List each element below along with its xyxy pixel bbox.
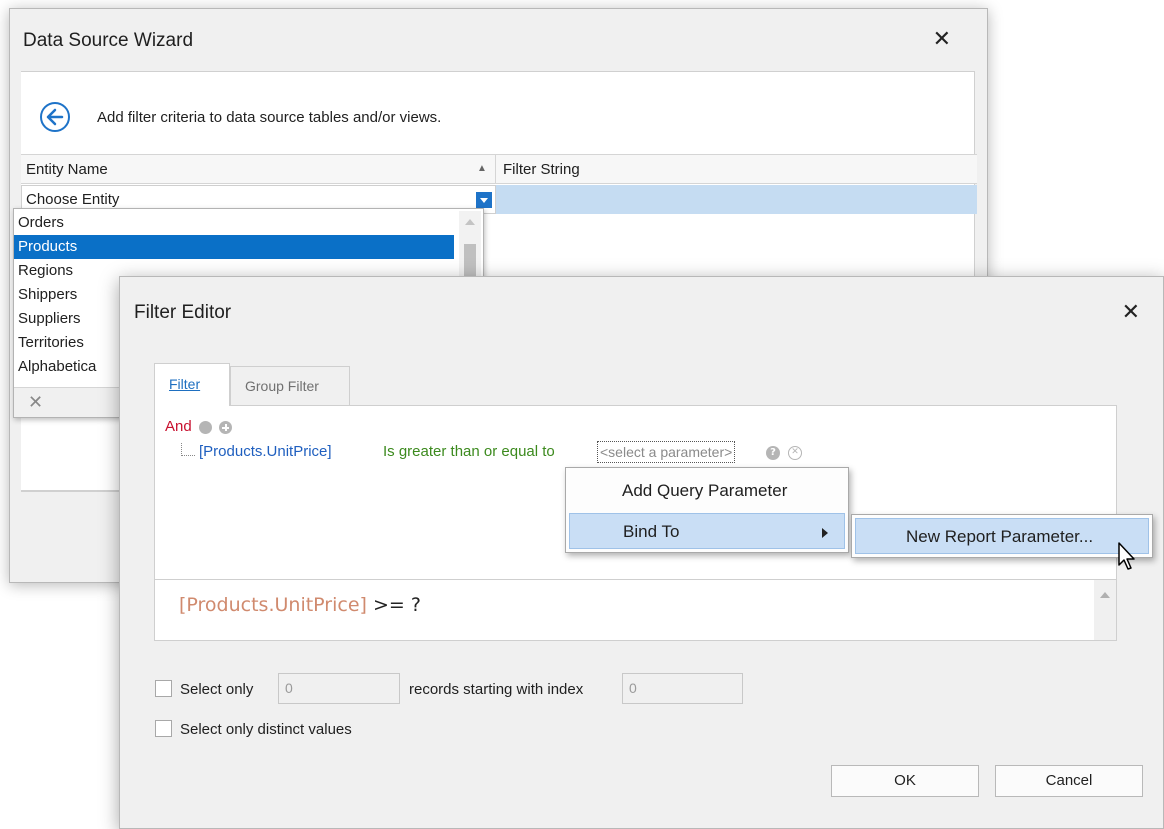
condition-operator[interactable]: Is greater than or equal to [383,443,555,460]
dropdown-arrow-icon[interactable] [476,192,492,208]
menu-item-add-query-parameter[interactable]: Add Query Parameter [569,473,845,509]
menu-item-bind-to-label: Bind To [623,522,680,541]
select-only-label: Select only [180,681,254,698]
expression-scrollbar[interactable] [1094,580,1116,640]
tab-filter[interactable]: Filter [154,363,230,406]
condition-field[interactable]: [Products.UnitPrice] [199,443,332,460]
cancel-button[interactable]: Cancel [995,765,1143,797]
sort-ascending-icon: ▲ [477,163,487,174]
distinct-values-checkbox[interactable] [155,720,172,737]
distinct-values-label: Select only distinct values [180,721,352,738]
submenu-arrow-icon [822,528,828,538]
filter-string-cell[interactable] [496,185,977,214]
condition-value[interactable]: <select a parameter> [597,441,736,463]
back-arrow-icon[interactable] [40,102,70,132]
column-separator [495,155,496,183]
filter-editor-title: Filter Editor [134,302,232,323]
wizard-instruction: Add filter criteria to data source table… [97,109,442,126]
menu-item-new-report-parameter[interactable]: New Report Parameter... [855,518,1149,554]
list-item-selected[interactable]: Products [14,235,454,259]
tree-connector [181,443,195,456]
group-operator[interactable]: And [165,418,192,435]
menu-item-bind-to[interactable]: Bind To [569,513,845,549]
filter-expression: [Products.UnitPrice] >= ? [179,594,421,616]
entity-combobox-value: Choose Entity [26,191,120,208]
bind-to-submenu: New Report Parameter... [851,514,1153,558]
mouse-pointer-icon [1118,542,1135,570]
expression-operator: >= ? [366,594,421,616]
clear-icon[interactable]: ✕ [28,392,43,413]
tab-group-filter[interactable]: Group Filter [230,366,350,405]
ok-button[interactable]: OK [831,765,979,797]
start-index-input[interactable]: 0 [622,673,743,704]
select-only-count-input[interactable]: 0 [278,673,400,704]
list-item[interactable]: Orders [14,211,454,235]
column-header-entity-name[interactable]: Entity Name [26,161,108,178]
filter-expression-panel[interactable]: [Products.UnitPrice] >= ? [154,579,1117,641]
parameter-context-menu: Add Query Parameter Bind To [565,467,849,553]
entity-grid-header: Entity Name ▲ Filter String [21,154,977,184]
column-header-filter-string[interactable]: Filter String [503,161,580,178]
select-only-checkbox[interactable] [155,680,172,697]
wizard-titlebar: Data Source Wizard ✕ [10,9,987,71]
filter-editor-close-icon[interactable]: ✕ [1122,302,1140,324]
scroll-up-icon[interactable] [1100,592,1110,598]
wizard-close-icon[interactable]: ✕ [933,29,951,51]
scroll-up-icon[interactable] [465,219,475,225]
more-options-icon[interactable] [199,417,212,434]
expression-field: [Products.UnitPrice] [179,594,367,616]
add-condition-icon[interactable] [219,421,232,434]
records-starting-label: records starting with index [409,681,584,698]
wizard-title: Data Source Wizard [23,30,194,51]
help-icon[interactable]: ? [766,446,780,460]
remove-condition-icon[interactable]: ✕ [788,446,802,460]
